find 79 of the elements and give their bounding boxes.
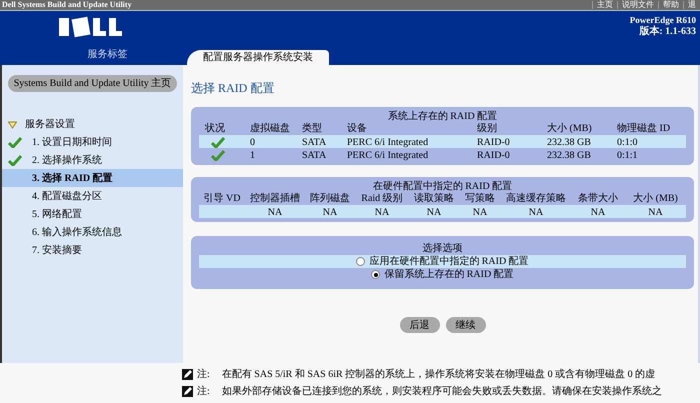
note-label: 注: xyxy=(197,384,210,399)
table-cell-text: NA xyxy=(590,206,606,220)
column-header: 读取策略 xyxy=(413,193,455,205)
radio-label: 保留系统上存在的 RAID 配置 xyxy=(384,268,514,282)
note-label: 注: xyxy=(197,368,210,382)
note-text: 如果外部存储设备已连接到您的系统，则安装程序可能会失败或丢失数据。请确保在安装操作系统之 xyxy=(222,384,662,399)
column-header: 大小 (MB) xyxy=(546,123,593,135)
nav-button[interactable]: 后退 xyxy=(400,317,440,333)
step-label: 2. 选择操作系统 xyxy=(32,154,102,168)
table-cell-text: 0:1:1 xyxy=(616,149,639,163)
column-header: 高速缓存策略 xyxy=(505,193,567,205)
column-header: 设备 xyxy=(346,123,368,135)
step-item[interactable]: 7. 安装摘要 xyxy=(2,241,183,259)
window-title: Dell Systems Build and Update Utility xyxy=(1,1,132,9)
panel-title: 系统上存在的 RAID 配置 xyxy=(386,111,498,123)
step-item[interactable]: 4. 配置磁盘分区 xyxy=(2,187,183,205)
step-item[interactable]: 6. 输入操作系统信息 xyxy=(2,223,183,241)
column-header: 物理磁盘 ID xyxy=(616,123,672,135)
note-text: 在配有 SAS 5/iR 和 SAS 6iR 控制器的系统上，操作系统将安装在物理磁盘 0 或含有物理磁盘 0 的虚 xyxy=(222,368,656,382)
radio-button[interactable] xyxy=(371,270,380,279)
panel-title: 选择选项 xyxy=(422,242,464,255)
panel-title: 在硬件配置中指定的 RAID 配置 xyxy=(372,181,514,192)
step-item[interactable]: 3. 选择 RAID 配置 xyxy=(2,169,183,187)
nav-button[interactable]: 继续 xyxy=(446,317,486,333)
table-cell-text: NA xyxy=(322,206,338,220)
table-cell-text: 0:1:0 xyxy=(616,136,639,150)
table-cell-text: 1 xyxy=(249,149,256,163)
table-cell-text: 0 xyxy=(249,136,256,150)
step-label: 1. 设置日期和时间 xyxy=(32,136,112,150)
step-label: 4. 配置磁盘分区 xyxy=(32,190,102,204)
home-button[interactable]: Systems Build and Update Utility 主页 xyxy=(8,75,177,92)
table-cell-text: NA xyxy=(426,206,442,220)
column-header: 状况 xyxy=(204,123,226,135)
column-header: Raid 级别 xyxy=(360,193,404,205)
column-header: 级别 xyxy=(476,123,498,135)
table-cell-text: 232.38 GB xyxy=(546,136,592,150)
top-link[interactable]: 退 xyxy=(683,1,700,9)
table-cell-text: SATA xyxy=(301,149,328,163)
step-label: 3. 选择 RAID 配置 xyxy=(32,172,113,186)
table-cell-text: 232.38 GB xyxy=(546,149,592,163)
table-row[interactable]: 0 SATA PERC 6/i Integrated RAID-0 232.38 GB 0:1:0 xyxy=(199,135,686,148)
top-link[interactable]: 帮助 xyxy=(658,1,683,9)
table-cell-text: PERC 6/i Integrated xyxy=(346,149,430,163)
table-cell-text: SATA xyxy=(301,136,328,150)
column-header: 引导 VD xyxy=(202,193,242,205)
step-item[interactable]: 2. 选择操作系统 xyxy=(2,151,183,169)
column-header: 虚拟磁盘 xyxy=(249,123,291,135)
radio-label: 应用在硬件配置中指定的 RAID 配置 xyxy=(369,254,529,268)
page-title: 选择 RAID 配置 xyxy=(191,80,276,95)
table-cell-text: NA xyxy=(647,206,664,220)
table-cell-text: NA xyxy=(528,206,544,220)
tab[interactable]: 配置服务器操作系统安装 xyxy=(187,50,329,65)
column-header: 阵列磁盘 xyxy=(309,193,351,205)
radio-button[interactable] xyxy=(356,257,366,266)
tree-item[interactable]: 服务器设置 xyxy=(25,117,75,132)
table-cell-text: NA xyxy=(266,206,284,220)
step-item[interactable]: 1. 设置日期和时间 xyxy=(2,133,183,151)
table-cell-text: NA xyxy=(374,206,390,220)
service-tag-label: 服务标签 xyxy=(88,48,128,62)
step-item[interactable]: 5. 网络配置 xyxy=(2,205,183,223)
top-link[interactable]: 主页 xyxy=(592,1,617,9)
table-cell-text: RAID-0 xyxy=(476,136,511,150)
column-header: 写策略 xyxy=(464,193,496,205)
column-header: 条带大小 xyxy=(577,193,619,205)
column-header: 控制器插槽 xyxy=(249,193,301,205)
table-cell-text: RAID-0 xyxy=(476,149,511,163)
version-label: 版本: 1.1-633 xyxy=(639,26,696,39)
column-header: 大小 (MB) xyxy=(632,193,679,205)
pencil-icon xyxy=(182,386,193,397)
step-label: 5. 网络配置 xyxy=(32,208,82,222)
table-cell-text: PERC 6/i Integrated xyxy=(346,136,430,150)
pencil-icon xyxy=(182,369,193,380)
step-label: 6. 输入操作系统信息 xyxy=(32,226,122,240)
table-cell-text: NA xyxy=(472,206,488,220)
table-row[interactable]: 1 SATA PERC 6/i Integrated RAID-0 232.38 GB 0:1:1 xyxy=(199,148,686,161)
model-name: PowerEdge R610 xyxy=(630,15,696,26)
step-label: 7. 安装摘要 xyxy=(32,244,82,258)
top-link[interactable]: 说明文件 xyxy=(617,1,658,9)
column-header: 类型 xyxy=(301,123,323,135)
